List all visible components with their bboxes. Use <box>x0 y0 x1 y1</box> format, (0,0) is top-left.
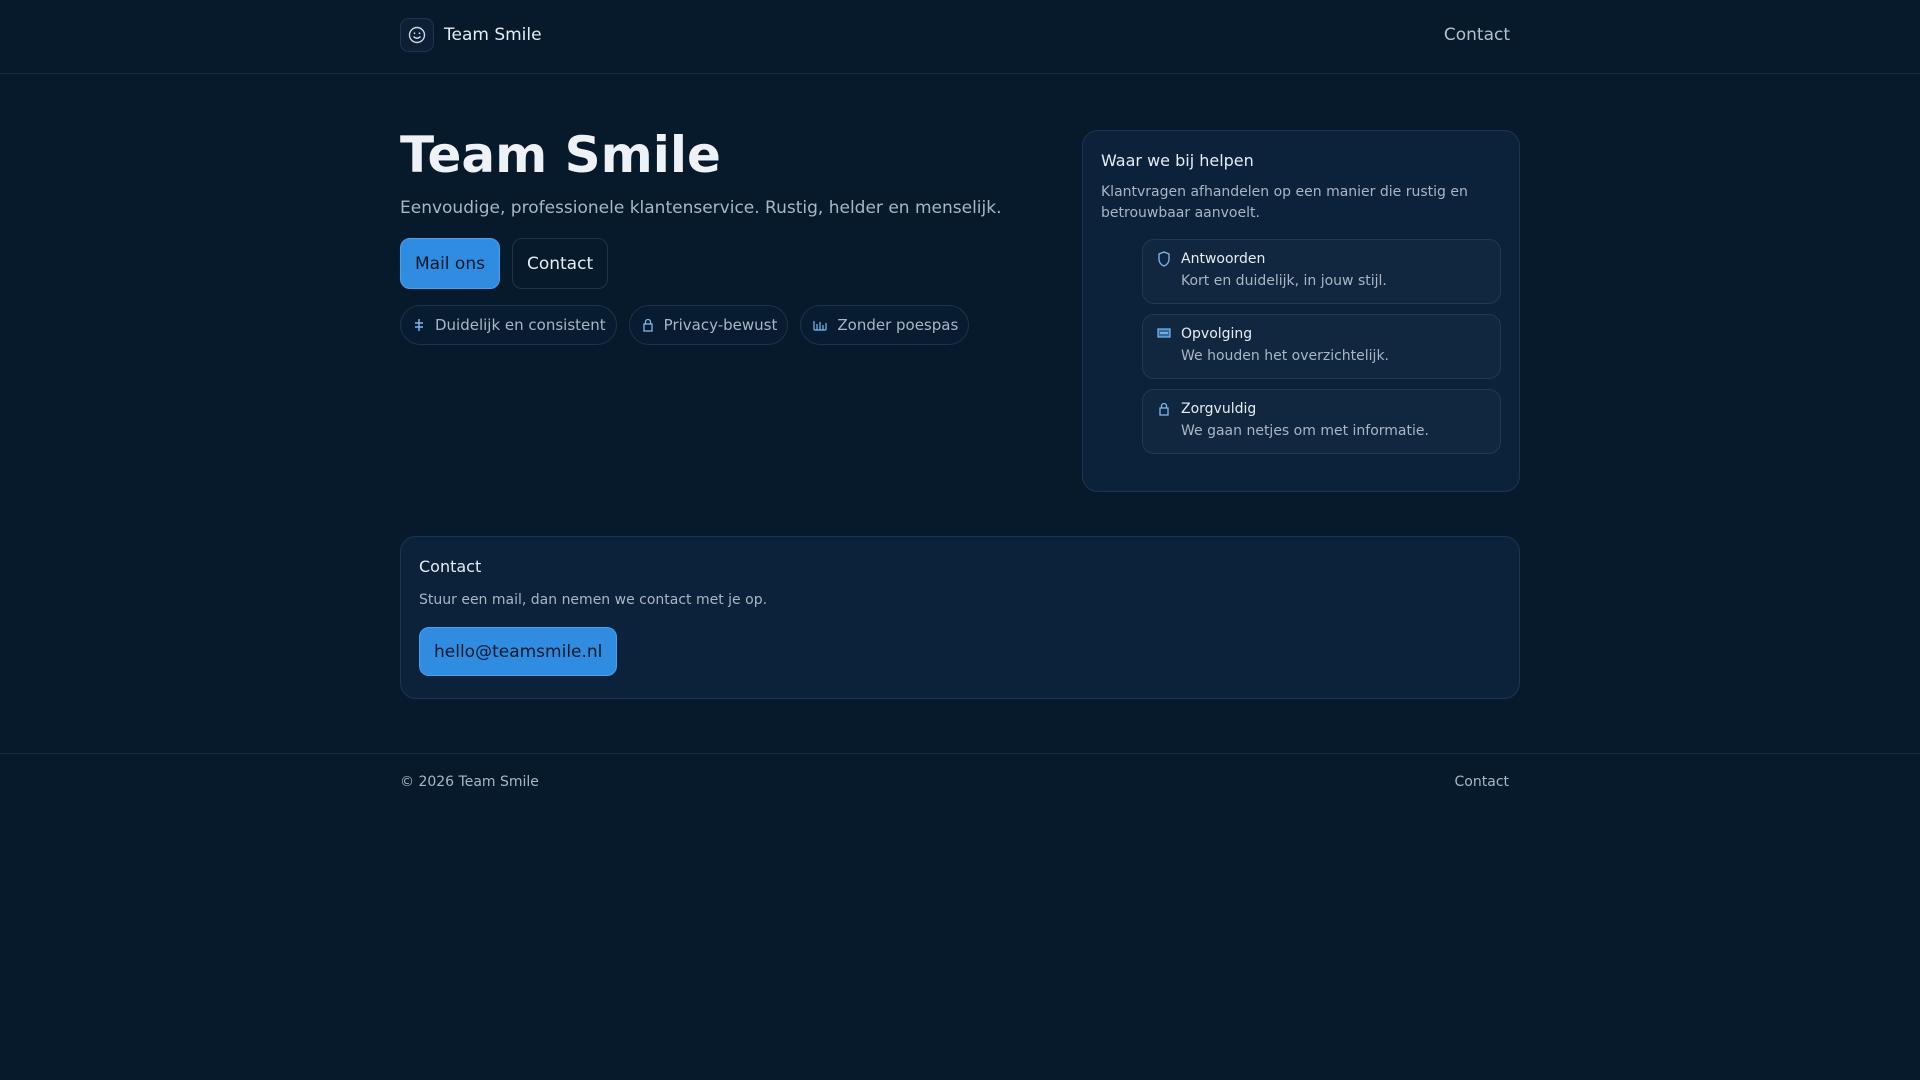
chip-label: Duidelijk en consistent <box>435 316 606 334</box>
list-item: Antwoorden Kort en duidelijk, in jouw sti… <box>1142 239 1501 304</box>
lock-icon <box>642 318 654 332</box>
contact-card: Contact Stuur een mail, dan nemen we con… <box>400 536 1520 699</box>
hero-section: Team Smile Eenvoudige, professionele kla… <box>400 122 1001 345</box>
contact-title: Contact <box>419 557 482 576</box>
mail-us-button[interactable]: Mail ons <box>400 238 500 289</box>
footer-contact-link[interactable]: Contact <box>1455 774 1509 790</box>
email-button[interactable]: hello@teamsmile.nl <box>419 627 618 676</box>
inbox-icon <box>1157 326 1171 367</box>
contact-text: Stuur een mail, dan nemen we contact met… <box>419 592 768 608</box>
list-item: Zorgvuldig We gaan netjes om met informat… <box>1142 389 1501 454</box>
hero-subtitle: Eenvoudige, professionele klantenservice… <box>400 198 1002 218</box>
item-text: We gaan netjes om met informatie. <box>1181 423 1429 439</box>
bars-icon <box>813 319 827 331</box>
list-item: Opvolging We houden het overzichtelijk. <box>1142 314 1501 379</box>
brand-name: Team Smile <box>444 25 542 45</box>
nav-contact-link[interactable]: Contact <box>1444 25 1510 45</box>
help-card: Waar we bij helpen Klantvragen afhandele… <box>1082 130 1520 492</box>
contact-button[interactable]: Contact <box>511 238 609 289</box>
item-text: Kort en duidelijk, in jouw stijl. <box>1181 273 1387 289</box>
chip-label: Zonder poespas <box>837 316 959 334</box>
chip-privacy: Privacy-bewust <box>628 305 789 345</box>
copyright: © 2026 Team Smile <box>400 774 539 790</box>
shield-icon <box>1157 251 1171 292</box>
item-title: Zorgvuldig <box>1181 401 1257 417</box>
chip-clear: Duidelijk en consistent <box>400 305 617 345</box>
align-icon <box>413 318 425 332</box>
item-text: We houden het overzichtelijk. <box>1181 348 1390 364</box>
site-header: Team Smile Contact <box>0 0 1920 74</box>
smile-icon <box>400 18 434 52</box>
chip-label: Privacy-bewust <box>663 316 778 334</box>
lock-icon <box>1157 401 1171 442</box>
site-footer: © 2026 Team Smile Contact <box>0 753 1920 813</box>
help-description: Klantvragen afhandelen op een manier die… <box>1101 184 1468 221</box>
chip-no-fuss: Zonder poespas <box>800 305 970 345</box>
brand-logo[interactable]: Team Smile <box>400 18 542 52</box>
item-title: Antwoorden <box>1181 251 1266 267</box>
page-title: Team Smile <box>400 126 721 184</box>
help-title: Waar we bij helpen <box>1101 151 1254 170</box>
item-title: Opvolging <box>1181 326 1253 342</box>
